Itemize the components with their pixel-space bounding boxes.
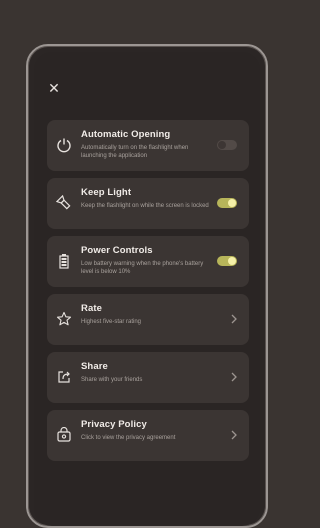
power-icon (57, 138, 71, 153)
setting-power-controls[interactable]: Power Controls Low battery warning when … (47, 236, 249, 287)
toggle-knob (228, 257, 236, 265)
setting-subtitle: Share with your friends (81, 377, 143, 383)
power-controls-toggle[interactable] (217, 256, 237, 266)
privacy-icon (57, 427, 71, 442)
setting-rate[interactable]: Rate Highest five-star rating (47, 294, 249, 345)
toggle-knob (218, 141, 226, 149)
setting-subtitle: Highest five-star rating (81, 319, 142, 325)
close-icon[interactable]: ✕ (48, 81, 60, 95)
setting-title: Privacy Policy (81, 419, 147, 430)
flashlight-icon (56, 195, 71, 210)
setting-automatic-opening[interactable]: Automatic Opening Automatically turn on … (47, 120, 249, 171)
setting-subtitle: Click to view the privacy agreement (81, 435, 176, 441)
battery-icon (59, 254, 69, 269)
setting-title: Share (81, 361, 108, 372)
setting-title: Power Controls (81, 245, 153, 256)
setting-title: Automatic Opening (81, 129, 171, 140)
toggle-knob (228, 199, 236, 207)
setting-keep-light[interactable]: Keep Light Keep the flashlight on while … (47, 178, 249, 229)
automatic-opening-toggle[interactable] (217, 140, 237, 150)
setting-subtitle: Automatically turn on the flashlight whe… (81, 145, 189, 159)
setting-share[interactable]: Share Share with your friends (47, 352, 249, 403)
setting-subtitle: Keep the flashlight on while the screen … (81, 203, 209, 209)
setting-subtitle: Low battery warning when the phone's bat… (81, 261, 204, 275)
settings-screen: ✕ Automatic Opening Automatically turn o… (34, 52, 260, 526)
share-icon (58, 371, 70, 383)
setting-title: Keep Light (81, 187, 132, 198)
chevron-right-icon[interactable] (229, 370, 239, 384)
setting-title: Rate (81, 303, 102, 314)
star-icon (56, 311, 72, 326)
chevron-right-icon[interactable] (229, 428, 239, 442)
setting-privacy-policy[interactable]: Privacy Policy Click to view the privacy… (47, 410, 249, 461)
chevron-right-icon[interactable] (229, 312, 239, 326)
keep-light-toggle[interactable] (217, 198, 237, 208)
phone-frame: ✕ Automatic Opening Automatically turn o… (26, 44, 268, 528)
